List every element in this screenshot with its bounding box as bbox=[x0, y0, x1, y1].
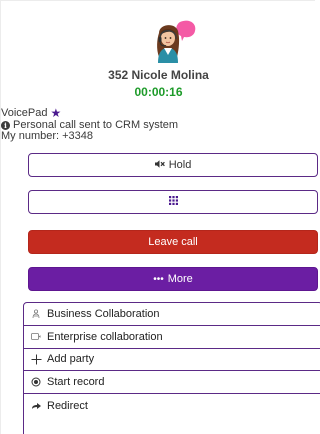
hold-button[interactable]: Hold bbox=[28, 153, 318, 177]
menu-item-label: Start record bbox=[47, 376, 105, 389]
more-menu: Business Collaboration Enterprise collab… bbox=[23, 302, 320, 434]
menu-item-label: Enterprise collaboration bbox=[47, 330, 163, 343]
mute-speaker-icon bbox=[154, 159, 165, 171]
redirect-arrow-icon bbox=[31, 402, 45, 410]
menu-item-enterprise-collaboration[interactable]: Enterprise collaboration bbox=[24, 326, 320, 349]
more-label: More bbox=[167, 273, 193, 285]
leave-call-button[interactable]: Leave call bbox=[28, 230, 318, 254]
ellipsis-icon: ••• bbox=[153, 273, 164, 285]
call-timer: 00:00:16 bbox=[134, 85, 183, 99]
menu-item-label: Business Collaboration bbox=[47, 307, 160, 320]
window-icon bbox=[31, 333, 45, 341]
my-number: My number: +3348 bbox=[1, 130, 94, 142]
avatar-illustration-icon bbox=[157, 20, 196, 63]
plus-icon bbox=[31, 354, 45, 365]
dialpad-button[interactable] bbox=[28, 190, 318, 214]
leave-call-label: Leave call bbox=[148, 236, 198, 248]
call-panel: 352 Nicole Molina 00:00:16 VoicePad ★ i … bbox=[0, 0, 320, 434]
avatar bbox=[149, 19, 199, 67]
app-name-row: VoicePad ★ bbox=[1, 106, 178, 121]
menu-item-start-record[interactable]: Start record bbox=[24, 371, 320, 395]
call-info: VoicePad ★ i Personal call sent to CRM s… bbox=[1, 106, 178, 143]
my-number-row: My number: +3348 bbox=[1, 130, 178, 143]
contact-name: 352 Nicole Molina bbox=[108, 68, 209, 82]
app-name: VoicePad bbox=[1, 107, 48, 119]
menu-item-add-party[interactable]: Add party bbox=[24, 349, 320, 372]
more-button[interactable]: ••• More bbox=[28, 267, 318, 291]
record-icon bbox=[31, 377, 45, 387]
group-icon bbox=[31, 309, 45, 319]
menu-item-business-collaboration[interactable]: Business Collaboration bbox=[24, 303, 320, 326]
menu-item-redirect[interactable]: Redirect bbox=[24, 394, 320, 417]
dialpad-icon bbox=[168, 196, 178, 208]
info-icon: i bbox=[1, 121, 10, 130]
menu-item-label: Redirect bbox=[47, 399, 88, 412]
menu-item-label: Add party bbox=[47, 353, 95, 366]
star-icon: ★ bbox=[50, 106, 62, 121]
hold-label: Hold bbox=[168, 159, 192, 171]
